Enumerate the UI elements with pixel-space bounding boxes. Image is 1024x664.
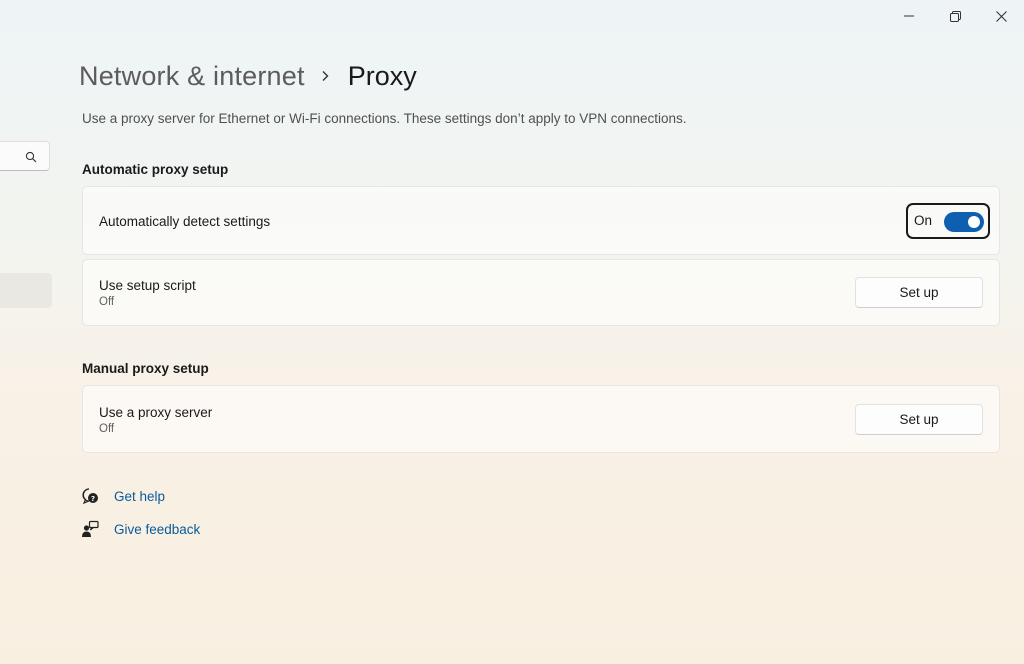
page-title: Proxy: [347, 60, 417, 91]
toggle-state-label: On: [914, 213, 933, 228]
detect-settings-label: Automatically detect settings: [99, 214, 271, 229]
proxy-server-label: Use a proxy server: [99, 405, 213, 420]
page-description: Use a proxy server for Ethernet or Wi-Fi…: [82, 111, 687, 126]
setup-script-button[interactable]: Set up: [855, 277, 983, 308]
minimize-button[interactable]: [886, 0, 932, 32]
proxy-server-button[interactable]: Set up: [855, 404, 983, 435]
minimize-icon: [904, 15, 914, 17]
search-input[interactable]: [0, 141, 50, 171]
give-feedback-link[interactable]: Give feedback: [80, 519, 200, 539]
sidebar-item-selected[interactable]: [0, 273, 52, 308]
breadcrumb-parent[interactable]: Network & internet: [79, 61, 305, 92]
search-icon: [25, 150, 37, 168]
proxy-server-status: Off: [99, 423, 115, 435]
feedback-icon: [80, 519, 100, 539]
toggle-thumb: [968, 216, 980, 228]
get-help-link[interactable]: ? Get help: [80, 486, 165, 506]
window-controls: [886, 0, 1024, 32]
restore-icon: [949, 10, 961, 22]
close-button[interactable]: [978, 0, 1024, 32]
setup-script-label: Use setup script: [99, 278, 196, 293]
section-title-manual: Manual proxy setup: [82, 361, 209, 376]
toggle-track: [944, 212, 984, 232]
close-icon: [995, 10, 1007, 22]
detect-settings-toggle[interactable]: On: [906, 203, 990, 239]
proxy-server-card: Use a proxy server Off Set up: [82, 385, 1000, 453]
get-help-label[interactable]: Get help: [114, 489, 165, 504]
help-icon: ?: [80, 486, 100, 506]
chevron-right-icon: [321, 70, 330, 82]
restore-button[interactable]: [932, 0, 978, 32]
detect-settings-card: Automatically detect settings On: [82, 186, 1000, 255]
breadcrumb: Network & internet Proxy: [79, 56, 417, 96]
setup-script-status: Off: [99, 296, 115, 308]
setup-script-card: Use setup script Off Set up: [82, 259, 1000, 326]
svg-text:?: ?: [91, 495, 95, 503]
section-title-automatic: Automatic proxy setup: [82, 162, 229, 177]
give-feedback-label[interactable]: Give feedback: [114, 522, 200, 537]
